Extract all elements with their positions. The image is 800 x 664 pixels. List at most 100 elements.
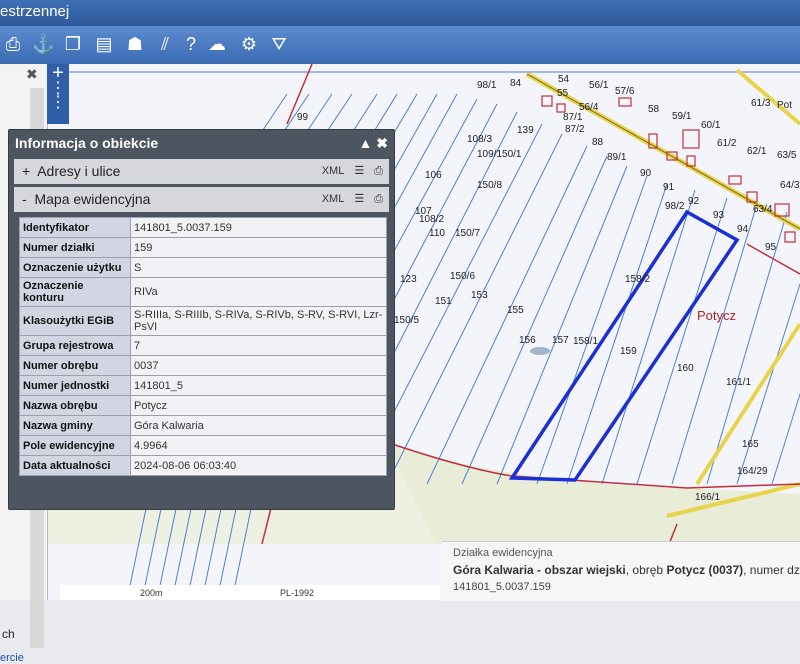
section-addresses[interactable]: + Adresy i ulice XML ☰ ⎙ [14,159,389,184]
section-label: Adresy i ulice [37,163,121,179]
parcel-label: 63/5 [777,150,797,161]
object-info-panel: Informacja o obiekcie ▲ ✖ + Adresy i uli… [8,129,395,510]
parcel-label: 93 [713,210,725,221]
parcel-label: 88 [592,137,604,148]
attribute-row: Data aktualności 2024-08-06 06:03:40 [19,455,387,476]
parcel-label: 91 [663,182,675,193]
section-label: Mapa ewidencyjna [34,191,151,207]
settings-icon[interactable]: ⚙ [238,33,260,55]
list-icon[interactable]: ☰ [354,165,364,177]
attribute-key: Numer jednostki [19,375,131,396]
attribute-row: Numer działki 159 [19,237,387,258]
parcel-label: 157 [552,335,569,346]
copy-window-icon[interactable]: ❐ [62,33,84,55]
parcel-label: 155 [507,305,524,316]
measure-icon[interactable]: ⛛ [268,33,290,55]
expand-icon[interactable]: + [22,163,30,179]
parcel-label: 158/1 [573,336,598,347]
attribute-value: 141801_5 [130,375,387,396]
parcel-label: 166/1 [695,492,720,503]
attribute-value: 159 [130,237,387,258]
parcel-label: 56/1 [589,80,609,91]
scale-bar: 200m PL-1992 [60,585,440,600]
print-icon[interactable]: ⎙ [374,165,383,177]
parcel-label: 63/4 [753,204,773,215]
parcel-label: 54 [558,74,570,85]
print-icon[interactable]: ⎙ [374,193,383,205]
parcel-label: 108/3 [467,134,492,145]
parcel-summary: Działka ewidencyjna Góra Kalwaria - obsz… [442,541,800,601]
help-icon[interactable]: ? [180,33,202,55]
pin-icon[interactable]: ⚓ [32,33,54,55]
parcel-label: 108/2 [419,214,444,225]
attribute-row: Oznaczenie użytku S [19,257,387,278]
attribute-value: RIVa [130,277,387,307]
scale-distance: 200m [140,588,163,598]
parcel-label: 158/2 [625,274,650,285]
parcel-label: 98/1 [477,80,497,91]
crs-label[interactable]: PL-1992 [280,588,314,598]
shape-icon[interactable]: ☗ [124,33,146,55]
parcel-label: 153 [471,290,488,301]
parcel-label: 90 [640,168,652,179]
parcel-label: 150/5 [394,315,419,326]
attribute-row: Numer obrębu 0037 [19,355,387,376]
close-icon[interactable]: ✖ [376,135,388,151]
parcel-label: 95 [765,242,777,253]
layout-icon[interactable]: ▤ [93,33,115,55]
parcel-label: 161/1 [726,377,751,388]
attribute-row: Numer jednostki 141801_5 [19,375,387,396]
window-title: estrzennej [0,3,70,20]
parcel-label: 160 [677,363,694,374]
attribute-value: Góra Kalwaria [130,415,387,436]
xml-export-button[interactable]: XML [322,165,345,177]
attribute-row: Identyfikator 141801_5.0037.159 [19,217,387,238]
toolbar: ⎙ ⚓ ❐ ▤ ☗ ⫽ ? ☁ ⚙ ⛛ [0,26,800,64]
parcel-label: 61/3 [751,98,771,109]
attribute-row: Grupa rejestrowa 7 [19,335,387,356]
attribute-key: Grupa rejestrowa [19,335,131,356]
attribute-key: Oznaczenie użytku [19,257,131,278]
parcel-label: Pot [777,100,792,111]
print-icon[interactable]: ⎙ [2,33,24,55]
summary-heading: Działka ewidencyjna [453,547,553,559]
attribute-value: Potycz [130,395,387,416]
lines-icon[interactable]: ⫽ [154,33,176,55]
attribute-key: Pole ewidencyjne [19,435,131,456]
parcel-label: 98/2 [665,201,685,212]
summary-obreb: Potycz (0037) [666,563,744,577]
cloud-icon[interactable]: ☁ [206,33,228,55]
info-panel-header[interactable]: Informacja o obiekcie ▲ ✖ [9,130,394,156]
attribute-value: 141801_5.0037.159 [130,217,387,238]
list-icon[interactable]: ☰ [354,193,364,205]
left-panel-link[interactable]: ercie [0,652,24,664]
left-panel-text: ch [2,627,15,641]
attribute-row: Nazwa obrębu Potycz [19,395,387,416]
section-cadastral-map[interactable]: - Mapa ewidencyjna XML ☰ ⎙ [14,187,389,212]
attribute-key: Numer działki [19,237,131,258]
attribute-value: 0037 [130,355,387,376]
parcel-label: 151 [435,296,452,307]
collapse-icon[interactable]: - [22,191,27,207]
attribute-row: Klasoużytki EGiB S-RIIIa, S-RIIIb, S-RIVa… [19,306,387,336]
parcel-label: 150/8 [477,180,502,191]
summary-location: Góra Kalwaria - obszar wiejski, obręb Po… [453,563,800,577]
xml-export-button[interactable]: XML [322,193,345,205]
parcel-label: 58 [648,104,660,115]
summary-sep: , obręb [625,563,667,577]
parcel-label: 150/6 [450,271,475,282]
parcel-label: 165 [742,439,759,450]
parcel-label: 123 [400,274,417,285]
attribute-value: 7 [130,335,387,356]
attribute-key: Nazwa gminy [19,415,131,436]
info-panel-title: Informacja o obiekcie [15,135,159,151]
collapse-icon[interactable]: ▲ [359,135,373,151]
close-icon[interactable]: ✖ [26,66,38,83]
attribute-key: Klasoużytki EGiB [19,306,131,336]
parcel-label: 60/1 [701,120,721,131]
parcel-label: 164/29 [737,466,768,477]
parcel-label: 62/1 [747,146,767,157]
parcel-label: 99 [297,112,309,123]
more-dots-icon[interactable]: ⋮ ⋮ [47,81,69,111]
summary-commune: Góra Kalwaria - obszar wiejski [453,563,626,577]
